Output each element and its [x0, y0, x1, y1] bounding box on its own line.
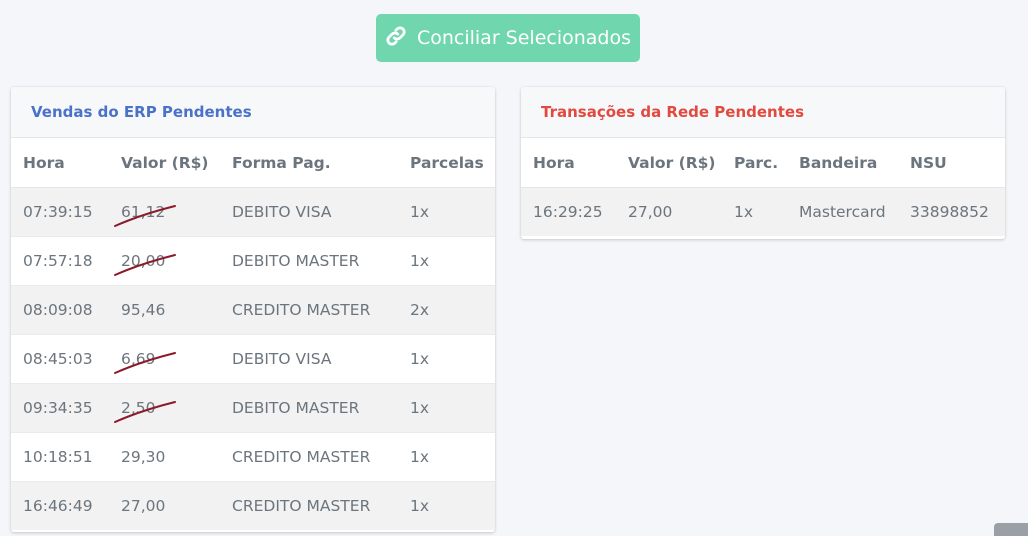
rede-cell-parc: 1x — [722, 187, 787, 236]
erp-table-row[interactable]: 16:46:49 27,00 CREDITO MASTER 1x — [11, 481, 495, 530]
erp-table-row[interactable]: 07:39:15 61,12 DEBITO VISA 1x — [11, 187, 495, 237]
erp-cell-hora-text: 08:09:08 — [23, 301, 93, 319]
erp-cell-hora: 07:57:18 — [11, 236, 109, 286]
erp-cell-valor-text: 27,00 — [121, 497, 166, 515]
rede-col-hora[interactable]: Hora — [521, 138, 616, 188]
rede-cell-bandeira: Mastercard — [787, 187, 898, 236]
erp-cell-valor: 27,00 — [109, 481, 220, 530]
erp-cell-forma-pag: DEBITO MASTER — [220, 236, 398, 286]
erp-cell-hora: 08:09:08 — [11, 285, 109, 335]
erp-cell-valor-text: 20,00 — [121, 252, 166, 270]
erp-table-row[interactable]: 09:34:35 2,50 DEBITO MASTER 1x — [11, 383, 495, 433]
erp-table-row[interactable]: 08:09:08 95,46 CREDITO MASTER 2x — [11, 285, 495, 335]
erp-cell-parcelas-text: 1x — [410, 448, 430, 466]
erp-cell-valor-text: 61,12 — [121, 203, 166, 221]
erp-col-hora[interactable]: Hora — [11, 138, 109, 188]
erp-cell-hora: 10:18:51 — [11, 432, 109, 482]
erp-cell-hora-text: 08:45:03 — [23, 350, 93, 368]
rede-col-valor[interactable]: Valor (R$) — [616, 138, 722, 188]
erp-cell-hora: 16:46:49 — [11, 481, 109, 530]
erp-cell-forma-pag: CREDITO MASTER — [220, 285, 398, 335]
erp-card-title: Vendas do ERP Pendentes — [11, 87, 495, 138]
erp-cell-parcelas: 1x — [398, 432, 495, 482]
rede-col-parc[interactable]: Parc. — [722, 138, 787, 188]
erp-col-valor[interactable]: Valor (R$) — [109, 138, 220, 188]
erp-cell-forma-pag-text: CREDITO MASTER — [232, 497, 371, 515]
erp-cell-forma-pag-text: CREDITO MASTER — [232, 301, 371, 319]
erp-cell-forma-pag-text: DEBITO MASTER — [232, 399, 360, 417]
rede-card-title: Transações da Rede Pendentes — [521, 87, 1005, 138]
rede-cell-hora: 16:29:25 — [521, 187, 616, 236]
erp-table-row[interactable]: 07:57:18 20,00 DEBITO MASTER 1x — [11, 236, 495, 286]
erp-col-parcelas[interactable]: Parcelas — [398, 138, 495, 188]
erp-cell-forma-pag: DEBITO MASTER — [220, 383, 398, 433]
erp-cell-valor: 61,12 — [109, 187, 220, 237]
erp-cell-valor: 95,46 — [109, 285, 220, 335]
erp-cell-parcelas: 2x — [398, 285, 495, 335]
conciliar-button-label: Conciliar Selecionados — [416, 27, 632, 49]
erp-cell-forma-pag: DEBITO VISA — [220, 187, 398, 237]
erp-cell-parcelas: 1x — [398, 236, 495, 286]
erp-cell-forma-pag: CREDITO MASTER — [220, 432, 398, 482]
erp-cell-valor: 2,50 — [109, 383, 220, 433]
erp-cell-forma-pag-text: CREDITO MASTER — [232, 448, 371, 466]
erp-cell-parcelas-text: 1x — [410, 252, 430, 270]
rede-pending-transactions-card: Transações da Rede Pendentes Hora Valor … — [521, 87, 1005, 239]
erp-cell-forma-pag: CREDITO MASTER — [220, 481, 398, 530]
erp-cell-hora: 07:39:15 — [11, 187, 109, 237]
erp-cell-parcelas: 1x — [398, 334, 495, 384]
conciliar-selecionados-button[interactable]: Conciliar Selecionados — [376, 14, 640, 62]
erp-cell-hora-text: 16:46:49 — [23, 497, 93, 515]
rede-col-bandeira[interactable]: Bandeira — [787, 138, 898, 188]
scroll-to-top-button[interactable] — [994, 523, 1028, 536]
erp-table-row[interactable]: 08:45:03 6,69 DEBITO VISA 1x — [11, 334, 495, 384]
rede-cell-nsu: 33898852 — [898, 187, 1005, 236]
erp-table-row[interactable]: 10:18:51 29,30 CREDITO MASTER 1x — [11, 432, 495, 482]
link-icon — [385, 25, 407, 52]
erp-cell-valor: 20,00 — [109, 236, 220, 286]
erp-pending-sales-card: Vendas do ERP Pendentes Hora Valor (R$) … — [11, 87, 495, 532]
erp-sales-table: Hora Valor (R$) Forma Pag. Parcelas 07:3… — [11, 138, 495, 530]
erp-cell-hora: 08:45:03 — [11, 334, 109, 384]
erp-cell-valor-text: 2,50 — [121, 399, 156, 417]
erp-cell-valor-text: 95,46 — [121, 301, 166, 319]
erp-cell-valor-text: 6,69 — [121, 350, 156, 368]
erp-cell-hora-text: 07:57:18 — [23, 252, 93, 270]
erp-cell-parcelas-text: 1x — [410, 203, 430, 221]
erp-cell-forma-pag: DEBITO VISA — [220, 334, 398, 384]
rede-cell-valor: 27,00 — [616, 187, 722, 236]
erp-cell-hora: 09:34:35 — [11, 383, 109, 433]
erp-cell-parcelas-text: 2x — [410, 301, 430, 319]
erp-cell-parcelas-text: 1x — [410, 497, 430, 515]
erp-cell-forma-pag-text: DEBITO MASTER — [232, 252, 360, 270]
erp-cell-hora-text: 10:18:51 — [23, 448, 93, 466]
erp-cell-parcelas-text: 1x — [410, 399, 430, 417]
erp-cell-valor-text: 29,30 — [121, 448, 166, 466]
erp-cell-valor: 6,69 — [109, 334, 220, 384]
erp-cell-hora-text: 09:34:35 — [23, 399, 93, 417]
erp-col-forma-pag[interactable]: Forma Pag. — [220, 138, 398, 188]
erp-cell-forma-pag-text: DEBITO VISA — [232, 350, 332, 368]
erp-cell-parcelas-text: 1x — [410, 350, 430, 368]
erp-cell-parcelas: 1x — [398, 187, 495, 237]
erp-cell-hora-text: 07:39:15 — [23, 203, 93, 221]
rede-col-nsu[interactable]: NSU — [898, 138, 1005, 188]
erp-cell-valor: 29,30 — [109, 432, 220, 482]
rede-transactions-table: Hora Valor (R$) Parc. Bandeira NSU 16:29… — [521, 138, 1005, 236]
erp-cell-parcelas: 1x — [398, 481, 495, 530]
rede-table-row[interactable]: 16:29:25 27,00 1x Mastercard 33898852 — [521, 187, 1005, 236]
erp-cell-forma-pag-text: DEBITO VISA — [232, 203, 332, 221]
erp-cell-parcelas: 1x — [398, 383, 495, 433]
